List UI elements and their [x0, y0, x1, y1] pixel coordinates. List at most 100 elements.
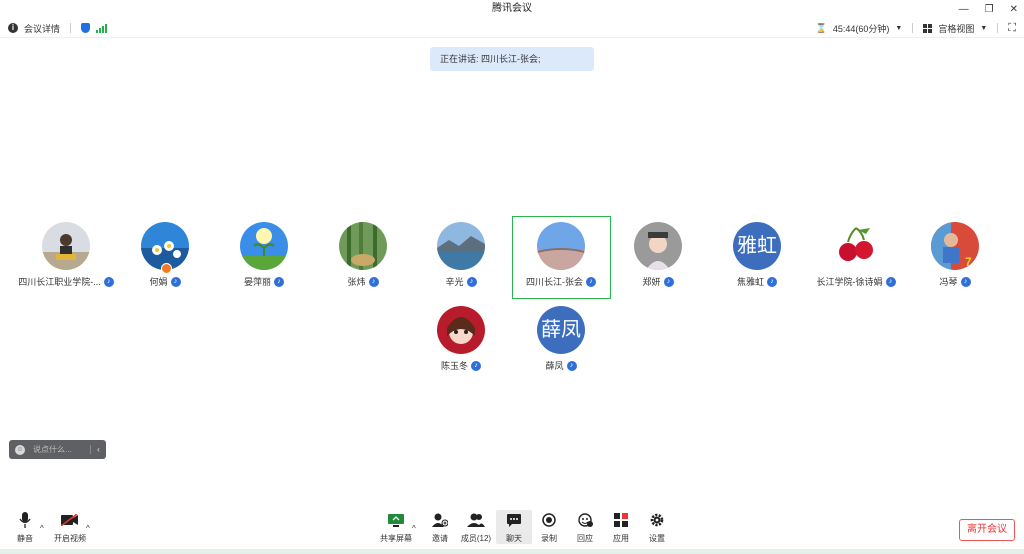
microphone-icon: ♪	[368, 276, 379, 287]
title-bar: 腾讯会议 — ❐ ✕	[0, 0, 1024, 18]
window-controls: — ❐ ✕	[959, 0, 1018, 18]
chat-input-box[interactable]: ☺ 说点什么... ‹	[9, 440, 106, 459]
meeting-controls-right: ⌛ 45:44(60分钟) ▼ 宫格视图 ▼ ⛶	[816, 18, 1016, 38]
microphone-icon	[7, 510, 43, 530]
window-title: 腾讯会议	[492, 3, 532, 14]
microphone-icon: ♪	[170, 276, 181, 287]
taskbar-strip	[0, 549, 1024, 554]
members-label: 成员(12)	[460, 534, 492, 543]
microphone-icon: ♪	[471, 360, 481, 371]
avatar	[634, 222, 682, 270]
apps-button[interactable]: 应用	[603, 510, 639, 544]
participant-name-text: 四川长江-张会	[526, 277, 583, 287]
collapse-chevron-icon[interactable]: ‹	[90, 445, 106, 454]
emoji-icon[interactable]: ☺	[15, 444, 25, 455]
share-screen-icon	[378, 510, 414, 530]
participant-name-text: 陈玉冬	[440, 361, 468, 371]
participant-name-text: 焦雅虹	[736, 277, 764, 287]
avatar-initials: 薛凤	[537, 306, 585, 354]
apps-label: 应用	[613, 534, 629, 543]
restore-icon[interactable]: ❐	[985, 4, 994, 15]
participant-name: 薛凤 ♪	[512, 359, 610, 372]
gear-icon	[639, 510, 675, 530]
video-off-icon	[52, 510, 88, 530]
timer-chevron-down-icon[interactable]: ▼	[895, 25, 902, 32]
participant-tile[interactable]: 郑妍 ♪	[609, 222, 707, 288]
participant-name-text: 郑妍	[642, 277, 661, 287]
network-signal-icon[interactable]	[96, 23, 108, 33]
share-options-chevron-up-icon[interactable]: ^	[412, 524, 416, 533]
start-video-button[interactable]: 开启视频	[52, 510, 88, 544]
chat-button[interactable]: 聊天	[496, 510, 532, 544]
microphone-icon: ♪	[663, 276, 674, 287]
microphone-icon: ♪	[960, 276, 971, 287]
avatar	[240, 222, 288, 270]
participant-name: 辛光 ♪	[412, 275, 510, 288]
avatar	[42, 222, 90, 270]
members-button[interactable]: 成员(12)	[458, 510, 494, 544]
host-badge-icon	[161, 263, 172, 274]
participant-tile[interactable]: 陈玉冬 ♪	[412, 306, 510, 372]
meeting-info-group: i 会议详情	[8, 18, 108, 38]
reaction-icon	[567, 510, 603, 530]
record-button[interactable]: 录制	[531, 510, 567, 544]
participant-name: 四川长江职业学院-... ♪	[17, 275, 115, 288]
participant-tile[interactable]: 长江学院-徐诗娟 ♪	[807, 222, 905, 288]
view-mode-chevron-down-icon[interactable]: ▼	[980, 25, 987, 32]
participant-name: 焦雅虹 ♪	[708, 275, 806, 288]
bottom-toolbar: 静音 ^ 开启视频 ^ 共享屏幕 ^ 邀请 成员(12) 聊天 录制 回应 应用…	[0, 510, 1024, 554]
settings-button[interactable]: 设置	[639, 510, 675, 544]
security-shield-icon[interactable]	[81, 23, 91, 33]
avatar	[537, 222, 585, 270]
grid-view-icon[interactable]	[923, 23, 933, 33]
settings-label: 设置	[649, 534, 665, 543]
participant-name-text: 薛凤	[545, 361, 564, 371]
share-screen-button[interactable]: 共享屏幕	[378, 510, 414, 544]
record-icon	[531, 510, 567, 530]
share-screen-label: 共享屏幕	[380, 534, 412, 543]
participant-tile[interactable]: 辛光 ♪	[412, 222, 510, 288]
participant-tile[interactable]: 张炜 ♪	[314, 222, 412, 288]
participant-name-text: 晏萍丽	[243, 277, 271, 287]
chat-input-placeholder[interactable]: 说点什么...	[33, 444, 90, 455]
avatar	[437, 306, 485, 354]
start-video-label: 开启视频	[54, 534, 86, 543]
participant-name: 郑妍 ♪	[609, 275, 707, 288]
microphone-icon: ♪	[274, 276, 284, 287]
replay-label: 回应	[577, 534, 593, 543]
meeting-timer: 45:44(60分钟)	[832, 23, 890, 34]
view-mode-button[interactable]: 宫格视图	[938, 22, 974, 35]
avatar	[437, 222, 485, 270]
invite-button[interactable]: 邀请	[422, 510, 458, 544]
participant-name-text: 四川长江职业学院-...	[18, 277, 101, 287]
participant-name: 长江学院-徐诗娟 ♪	[807, 275, 905, 288]
info-icon[interactable]: i	[8, 23, 18, 33]
replay-button[interactable]: 回应	[567, 510, 603, 544]
audio-options-chevron-up-icon[interactable]: ^	[40, 524, 44, 533]
mute-label: 静音	[17, 534, 33, 543]
participant-tile[interactable]: 四川长江职业学院-... ♪	[17, 222, 115, 288]
minimize-icon[interactable]: —	[959, 4, 969, 15]
participant-name-text: 辛光	[445, 277, 464, 287]
mute-button[interactable]: 静音	[7, 510, 43, 544]
microphone-icon: ♪	[767, 276, 777, 287]
invite-label: 邀请	[432, 534, 448, 543]
participant-tile[interactable]: 7 冯琴 ♪	[906, 222, 1004, 288]
participant-tile[interactable]: 晏萍丽 ♪	[215, 222, 313, 288]
microphone-icon: ♪	[466, 276, 477, 287]
leave-meeting-button[interactable]: 离开会议	[959, 519, 1015, 541]
participant-tile[interactable]: 薛凤 薛凤 ♪	[512, 306, 610, 372]
participant-tile[interactable]: 雅虹 焦雅虹 ♪	[708, 222, 806, 288]
divider	[70, 23, 72, 33]
meeting-details-button[interactable]: 会议详情	[24, 22, 60, 35]
participant-tile[interactable]: 何娟 ♪	[116, 222, 214, 288]
close-icon[interactable]: ✕	[1010, 4, 1018, 15]
participant-name: 晏萍丽 ♪	[215, 275, 313, 288]
members-icon	[458, 510, 494, 530]
hourglass-icon: ⌛	[815, 22, 827, 33]
video-options-chevron-up-icon[interactable]: ^	[86, 524, 90, 533]
apps-grid-icon	[603, 510, 639, 530]
microphone-icon: ♪	[586, 276, 596, 287]
fullscreen-icon[interactable]: ⛶	[1008, 22, 1016, 35]
participant-tile-active[interactable]: 四川长江-张会 ♪	[512, 222, 610, 288]
